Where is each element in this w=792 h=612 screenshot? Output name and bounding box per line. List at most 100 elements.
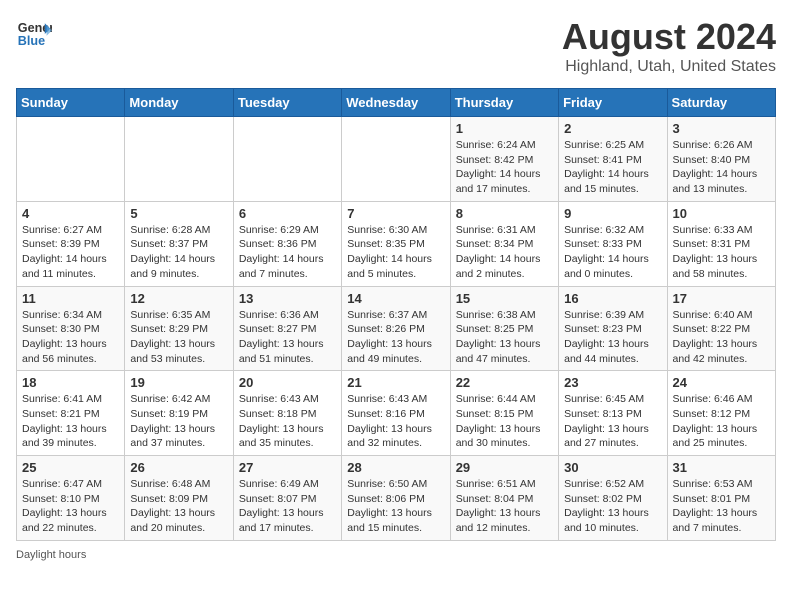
day-number: 12 — [130, 291, 227, 306]
day-number: 24 — [673, 375, 770, 390]
calendar-cell: 26 Sunrise: 6:48 AM Sunset: 8:09 PM Dayli… — [125, 456, 233, 541]
calendar-cell: 16Sunrise: 6:39 AM Sunset: 8:23 PM Dayli… — [559, 286, 667, 371]
day-number: 1 — [456, 121, 553, 136]
calendar-cell — [125, 117, 233, 202]
day-info: Sunrise: 6:32 AM Sunset: 8:33 PM Dayligh… — [564, 223, 661, 282]
day-info: Sunrise: 6:47 AM Sunset: 8:10 PM Dayligh… — [22, 477, 119, 536]
calendar-cell: 31Sunrise: 6:53 AM Sunset: 8:01 PM Dayli… — [667, 456, 775, 541]
day-info: Sunrise: 6:46 AM Sunset: 8:12 PM Dayligh… — [673, 392, 770, 451]
calendar-cell — [342, 117, 450, 202]
day-number: 18 — [22, 375, 119, 390]
calendar-header: SundayMondayTuesdayWednesdayThursdayFrid… — [17, 89, 776, 117]
day-number: 11 — [22, 291, 119, 306]
day-number: 10 — [673, 206, 770, 221]
calendar-cell: 17 Sunrise: 6:40 AM Sunset: 8:22 PM Dayli… — [667, 286, 775, 371]
day-info: Sunrise: 6:38 AM Sunset: 8:25 PM Dayligh… — [456, 308, 553, 367]
day-number: 31 — [673, 460, 770, 475]
day-number: 26 — [130, 460, 227, 475]
day-number: 14 — [347, 291, 444, 306]
day-info: Sunrise: 6:24 AM Sunset: 8:42 PM Dayligh… — [456, 138, 553, 197]
calendar-cell: 9 Sunrise: 6:32 AM Sunset: 8:33 PM Daylig… — [559, 201, 667, 286]
day-info: Sunrise: 6:29 AM Sunset: 8:36 PM Dayligh… — [239, 223, 336, 282]
week-row-1: 1 Sunrise: 6:24 AM Sunset: 8:42 PM Daylig… — [17, 117, 776, 202]
day-info: Sunrise: 6:43 AM Sunset: 8:18 PM Dayligh… — [239, 392, 336, 451]
day-info: Sunrise: 6:52 AM Sunset: 8:02 PM Dayligh… — [564, 477, 661, 536]
svg-text:Blue: Blue — [18, 34, 45, 48]
calendar-cell: 11 Sunrise: 6:34 AM Sunset: 8:30 PM Dayli… — [17, 286, 125, 371]
day-header-tuesday: Tuesday — [233, 89, 341, 117]
day-info: Sunrise: 6:31 AM Sunset: 8:34 PM Dayligh… — [456, 223, 553, 282]
subtitle: Highland, Utah, United States — [562, 58, 776, 76]
calendar-cell: 5Sunrise: 6:28 AM Sunset: 8:37 PM Daylig… — [125, 201, 233, 286]
day-number: 2 — [564, 121, 661, 136]
day-info: Sunrise: 6:30 AM Sunset: 8:35 PM Dayligh… — [347, 223, 444, 282]
page-header: General Blue August 2024 Highland, Utah,… — [16, 16, 776, 76]
day-number: 21 — [347, 375, 444, 390]
day-number: 15 — [456, 291, 553, 306]
day-number: 13 — [239, 291, 336, 306]
calendar-cell: 28Sunrise: 6:50 AM Sunset: 8:06 PM Dayli… — [342, 456, 450, 541]
calendar-cell: 20 Sunrise: 6:43 AM Sunset: 8:18 PM Dayli… — [233, 371, 341, 456]
day-number: 22 — [456, 375, 553, 390]
day-number: 27 — [239, 460, 336, 475]
calendar-cell: 8 Sunrise: 6:31 AM Sunset: 8:34 PM Daylig… — [450, 201, 558, 286]
week-row-3: 11 Sunrise: 6:34 AM Sunset: 8:30 PM Dayli… — [17, 286, 776, 371]
calendar-cell — [233, 117, 341, 202]
day-info: Sunrise: 6:27 AM Sunset: 8:39 PM Dayligh… — [22, 223, 119, 282]
calendar-cell: 23Sunrise: 6:45 AM Sunset: 8:13 PM Dayli… — [559, 371, 667, 456]
day-info: Sunrise: 6:49 AM Sunset: 8:07 PM Dayligh… — [239, 477, 336, 536]
day-info: Sunrise: 6:34 AM Sunset: 8:30 PM Dayligh… — [22, 308, 119, 367]
calendar-cell: 21 Sunrise: 6:43 AM Sunset: 8:16 PM Dayli… — [342, 371, 450, 456]
day-number: 23 — [564, 375, 661, 390]
day-number: 7 — [347, 206, 444, 221]
day-number: 30 — [564, 460, 661, 475]
day-number: 3 — [673, 121, 770, 136]
calendar-cell: 14Sunrise: 6:37 AM Sunset: 8:26 PM Dayli… — [342, 286, 450, 371]
day-number: 29 — [456, 460, 553, 475]
day-number: 8 — [456, 206, 553, 221]
day-number: 20 — [239, 375, 336, 390]
week-row-2: 4 Sunrise: 6:27 AM Sunset: 8:39 PM Daylig… — [17, 201, 776, 286]
calendar-table: SundayMondayTuesdayWednesdayThursdayFrid… — [16, 88, 776, 541]
calendar-cell: 18Sunrise: 6:41 AM Sunset: 8:21 PM Dayli… — [17, 371, 125, 456]
week-row-4: 18Sunrise: 6:41 AM Sunset: 8:21 PM Dayli… — [17, 371, 776, 456]
day-header-friday: Friday — [559, 89, 667, 117]
footer-text: Daylight hours — [16, 549, 86, 561]
day-header-thursday: Thursday — [450, 89, 558, 117]
day-info: Sunrise: 6:35 AM Sunset: 8:29 PM Dayligh… — [130, 308, 227, 367]
main-title: August 2024 — [562, 16, 776, 58]
calendar-cell: 25 Sunrise: 6:47 AM Sunset: 8:10 PM Dayli… — [17, 456, 125, 541]
day-info: Sunrise: 6:42 AM Sunset: 8:19 PM Dayligh… — [130, 392, 227, 451]
day-info: Sunrise: 6:28 AM Sunset: 8:37 PM Dayligh… — [130, 223, 227, 282]
day-info: Sunrise: 6:43 AM Sunset: 8:16 PM Dayligh… — [347, 392, 444, 451]
day-number: 4 — [22, 206, 119, 221]
day-number: 17 — [673, 291, 770, 306]
day-header-saturday: Saturday — [667, 89, 775, 117]
day-info: Sunrise: 6:51 AM Sunset: 8:04 PM Dayligh… — [456, 477, 553, 536]
day-header-wednesday: Wednesday — [342, 89, 450, 117]
calendar-cell: 22Sunrise: 6:44 AM Sunset: 8:15 PM Dayli… — [450, 371, 558, 456]
calendar-cell: 2Sunrise: 6:25 AM Sunset: 8:41 PM Daylig… — [559, 117, 667, 202]
calendar-cell: 1 Sunrise: 6:24 AM Sunset: 8:42 PM Daylig… — [450, 117, 558, 202]
day-info: Sunrise: 6:33 AM Sunset: 8:31 PM Dayligh… — [673, 223, 770, 282]
calendar-cell: 12 Sunrise: 6:35 AM Sunset: 8:29 PM Dayli… — [125, 286, 233, 371]
calendar-cell: 4 Sunrise: 6:27 AM Sunset: 8:39 PM Daylig… — [17, 201, 125, 286]
day-info: Sunrise: 6:48 AM Sunset: 8:09 PM Dayligh… — [130, 477, 227, 536]
calendar-cell: 10 Sunrise: 6:33 AM Sunset: 8:31 PM Dayli… — [667, 201, 775, 286]
calendar-cell: 19Sunrise: 6:42 AM Sunset: 8:19 PM Dayli… — [125, 371, 233, 456]
calendar-cell: 24 Sunrise: 6:46 AM Sunset: 8:12 PM Dayli… — [667, 371, 775, 456]
day-number: 25 — [22, 460, 119, 475]
calendar-cell: 30 Sunrise: 6:52 AM Sunset: 8:02 PM Dayli… — [559, 456, 667, 541]
day-number: 28 — [347, 460, 444, 475]
day-number: 6 — [239, 206, 336, 221]
title-block: August 2024 Highland, Utah, United State… — [562, 16, 776, 76]
calendar-cell: 29 Sunrise: 6:51 AM Sunset: 8:04 PM Dayli… — [450, 456, 558, 541]
day-info: Sunrise: 6:40 AM Sunset: 8:22 PM Dayligh… — [673, 308, 770, 367]
calendar-cell — [17, 117, 125, 202]
logo-icon: General Blue — [16, 16, 52, 52]
day-number: 9 — [564, 206, 661, 221]
day-number: 16 — [564, 291, 661, 306]
calendar-cell: 13Sunrise: 6:36 AM Sunset: 8:27 PM Dayli… — [233, 286, 341, 371]
calendar-cell: 6 Sunrise: 6:29 AM Sunset: 8:36 PM Daylig… — [233, 201, 341, 286]
calendar-cell: 27 Sunrise: 6:49 AM Sunset: 8:07 PM Dayli… — [233, 456, 341, 541]
